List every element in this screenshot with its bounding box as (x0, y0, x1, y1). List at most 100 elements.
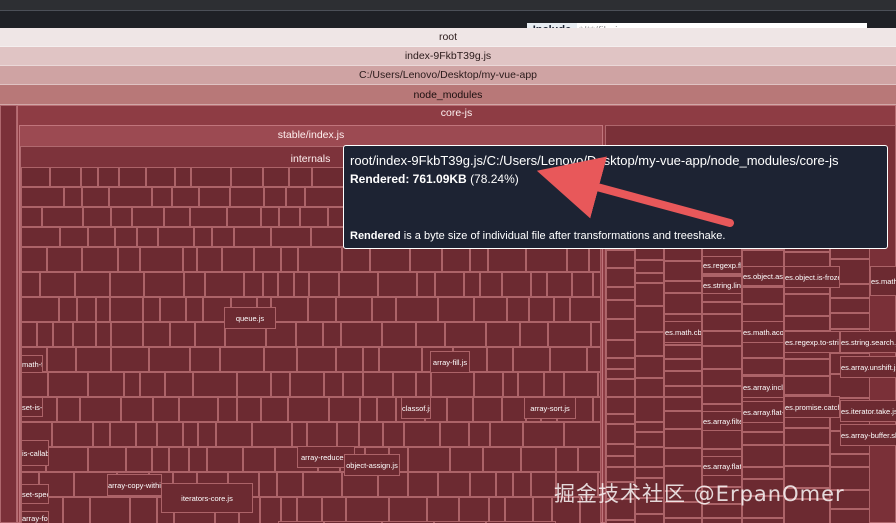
module-cell[interactable] (606, 414, 635, 424)
internal-file-cell[interactable] (507, 297, 529, 322)
internal-file-cell[interactable] (143, 322, 170, 347)
internal-file-cell[interactable] (544, 372, 564, 397)
internal-file-cell[interactable] (416, 372, 431, 397)
internal-file-cell[interactable] (198, 422, 216, 447)
module-cell[interactable] (664, 429, 702, 448)
internal-file-cell[interactable] (570, 297, 601, 322)
internal-file-cell[interactable] (447, 397, 473, 422)
module-cell[interactable] (702, 314, 742, 331)
internal-file-cell[interactable] (288, 397, 329, 422)
internal-file-cell[interactable] (48, 372, 88, 397)
internal-file-9[interactable]: array-fill.js (430, 351, 470, 373)
internal-file-cell[interactable] (111, 347, 149, 372)
internal-file-cell[interactable] (393, 372, 416, 397)
internal-file-cell[interactable] (263, 167, 289, 187)
internal-file-4[interactable]: set-species.js (21, 484, 49, 504)
internal-file-cell[interactable] (146, 167, 175, 187)
module-file-15[interactable]: es.string.link.js (702, 276, 742, 294)
internal-file-cell[interactable] (73, 322, 96, 347)
module-file-3[interactable]: es.array.unshift.js (840, 356, 896, 378)
module-cell[interactable] (635, 467, 664, 478)
internal-file-cell[interactable] (307, 422, 337, 447)
internal-file-cell[interactable] (343, 372, 363, 397)
module-file-5[interactable]: es.array-buffer.slice.js (840, 424, 896, 446)
internal-file-cell[interactable] (417, 272, 435, 297)
internal-file-cell[interactable] (152, 187, 172, 207)
module-file-12[interactable]: es.object.assign.js (742, 266, 784, 286)
internal-file-cell[interactable] (172, 187, 199, 207)
internal-file-cell[interactable] (77, 297, 96, 322)
internal-file-cell[interactable] (47, 347, 76, 372)
module-cell[interactable] (830, 313, 870, 329)
internal-file-cell[interactable] (76, 347, 111, 372)
internal-file-cell[interactable] (243, 447, 275, 472)
internal-file-cell[interactable] (165, 372, 193, 397)
internal-file-cell[interactable] (111, 322, 143, 347)
module-file-2[interactable]: es.string.search.js (840, 331, 896, 353)
treemap-band-index-file[interactable]: index-9FkbT39g.js (0, 47, 896, 66)
internal-file-cell[interactable] (21, 297, 59, 322)
internal-file-cell[interactable] (21, 167, 50, 187)
internal-file-cell[interactable] (529, 297, 554, 322)
internal-file-cell[interactable] (442, 247, 470, 272)
internal-file-cell[interactable] (370, 247, 410, 272)
internal-file-cell[interactable] (119, 167, 146, 187)
internal-file-cell[interactable] (322, 497, 346, 523)
internal-file-cell[interactable] (490, 422, 523, 447)
module-cell[interactable] (830, 509, 870, 523)
internal-file-cell[interactable] (556, 447, 578, 472)
internal-file-cell[interactable] (96, 322, 111, 347)
module-file-8[interactable]: es.promise.catch.js (784, 396, 840, 418)
module-cell[interactable] (664, 281, 702, 293)
internal-file-cell[interactable] (464, 272, 480, 297)
treemap-band-node-modules[interactable]: node_modules (0, 85, 896, 105)
internal-file-cell[interactable] (308, 297, 336, 322)
module-cell[interactable] (742, 432, 784, 445)
internal-file-cell[interactable] (261, 207, 279, 227)
internal-file-cell[interactable] (564, 372, 598, 397)
module-cell[interactable] (664, 345, 702, 359)
internal-file-cell[interactable] (342, 247, 370, 272)
internal-file-cell[interactable] (179, 397, 218, 422)
internal-file-7[interactable]: classof.js (401, 397, 431, 419)
internal-file-cell[interactable] (115, 227, 137, 247)
internal-file-cell[interactable] (110, 272, 144, 297)
internal-file-cell[interactable] (60, 227, 88, 247)
internal-file-cell[interactable] (190, 207, 227, 227)
internal-file-cell[interactable] (487, 347, 513, 372)
internal-file-cell[interactable] (158, 227, 194, 247)
internal-file-cell[interactable] (244, 272, 263, 297)
internal-file-cell[interactable] (46, 447, 88, 472)
internal-file-cell[interactable] (489, 497, 505, 523)
internal-file-cell[interactable] (292, 422, 307, 447)
module-cell[interactable] (784, 252, 830, 267)
module-file-6[interactable]: es.math.acosh.js (742, 321, 784, 343)
internal-file-cell[interactable] (550, 347, 587, 372)
internal-file-cell[interactable] (260, 497, 281, 523)
internal-file-cell[interactable] (382, 322, 416, 347)
internal-file-cell[interactable] (50, 167, 81, 187)
module-cell[interactable] (606, 456, 635, 467)
internal-file-cell[interactable] (57, 397, 80, 422)
internal-file-cell[interactable] (323, 322, 341, 347)
internal-file-cell[interactable] (259, 472, 277, 497)
internal-file-cell[interactable] (271, 297, 308, 322)
internal-file-cell[interactable] (152, 447, 169, 472)
internal-file-cell[interactable] (408, 447, 450, 472)
internal-file-cell[interactable] (212, 227, 234, 247)
internal-file-cell[interactable] (470, 247, 488, 272)
internal-file-cell[interactable] (336, 347, 363, 372)
internal-file-cell[interactable] (337, 422, 359, 447)
internal-file-cell[interactable] (93, 422, 110, 447)
internal-file-cell[interactable] (474, 297, 507, 322)
internal-file-cell[interactable] (96, 297, 110, 322)
internal-file-cell[interactable] (578, 447, 601, 472)
internal-file-cell[interactable] (52, 422, 93, 447)
internal-file-cell[interactable] (518, 372, 544, 397)
internal-file-cell[interactable] (234, 227, 271, 247)
module-cell[interactable] (664, 397, 702, 411)
internal-file-cell[interactable] (111, 207, 132, 227)
internal-file-cell[interactable] (83, 207, 111, 227)
internal-file-cell[interactable] (184, 272, 205, 297)
internal-file-cell[interactable] (278, 272, 294, 297)
